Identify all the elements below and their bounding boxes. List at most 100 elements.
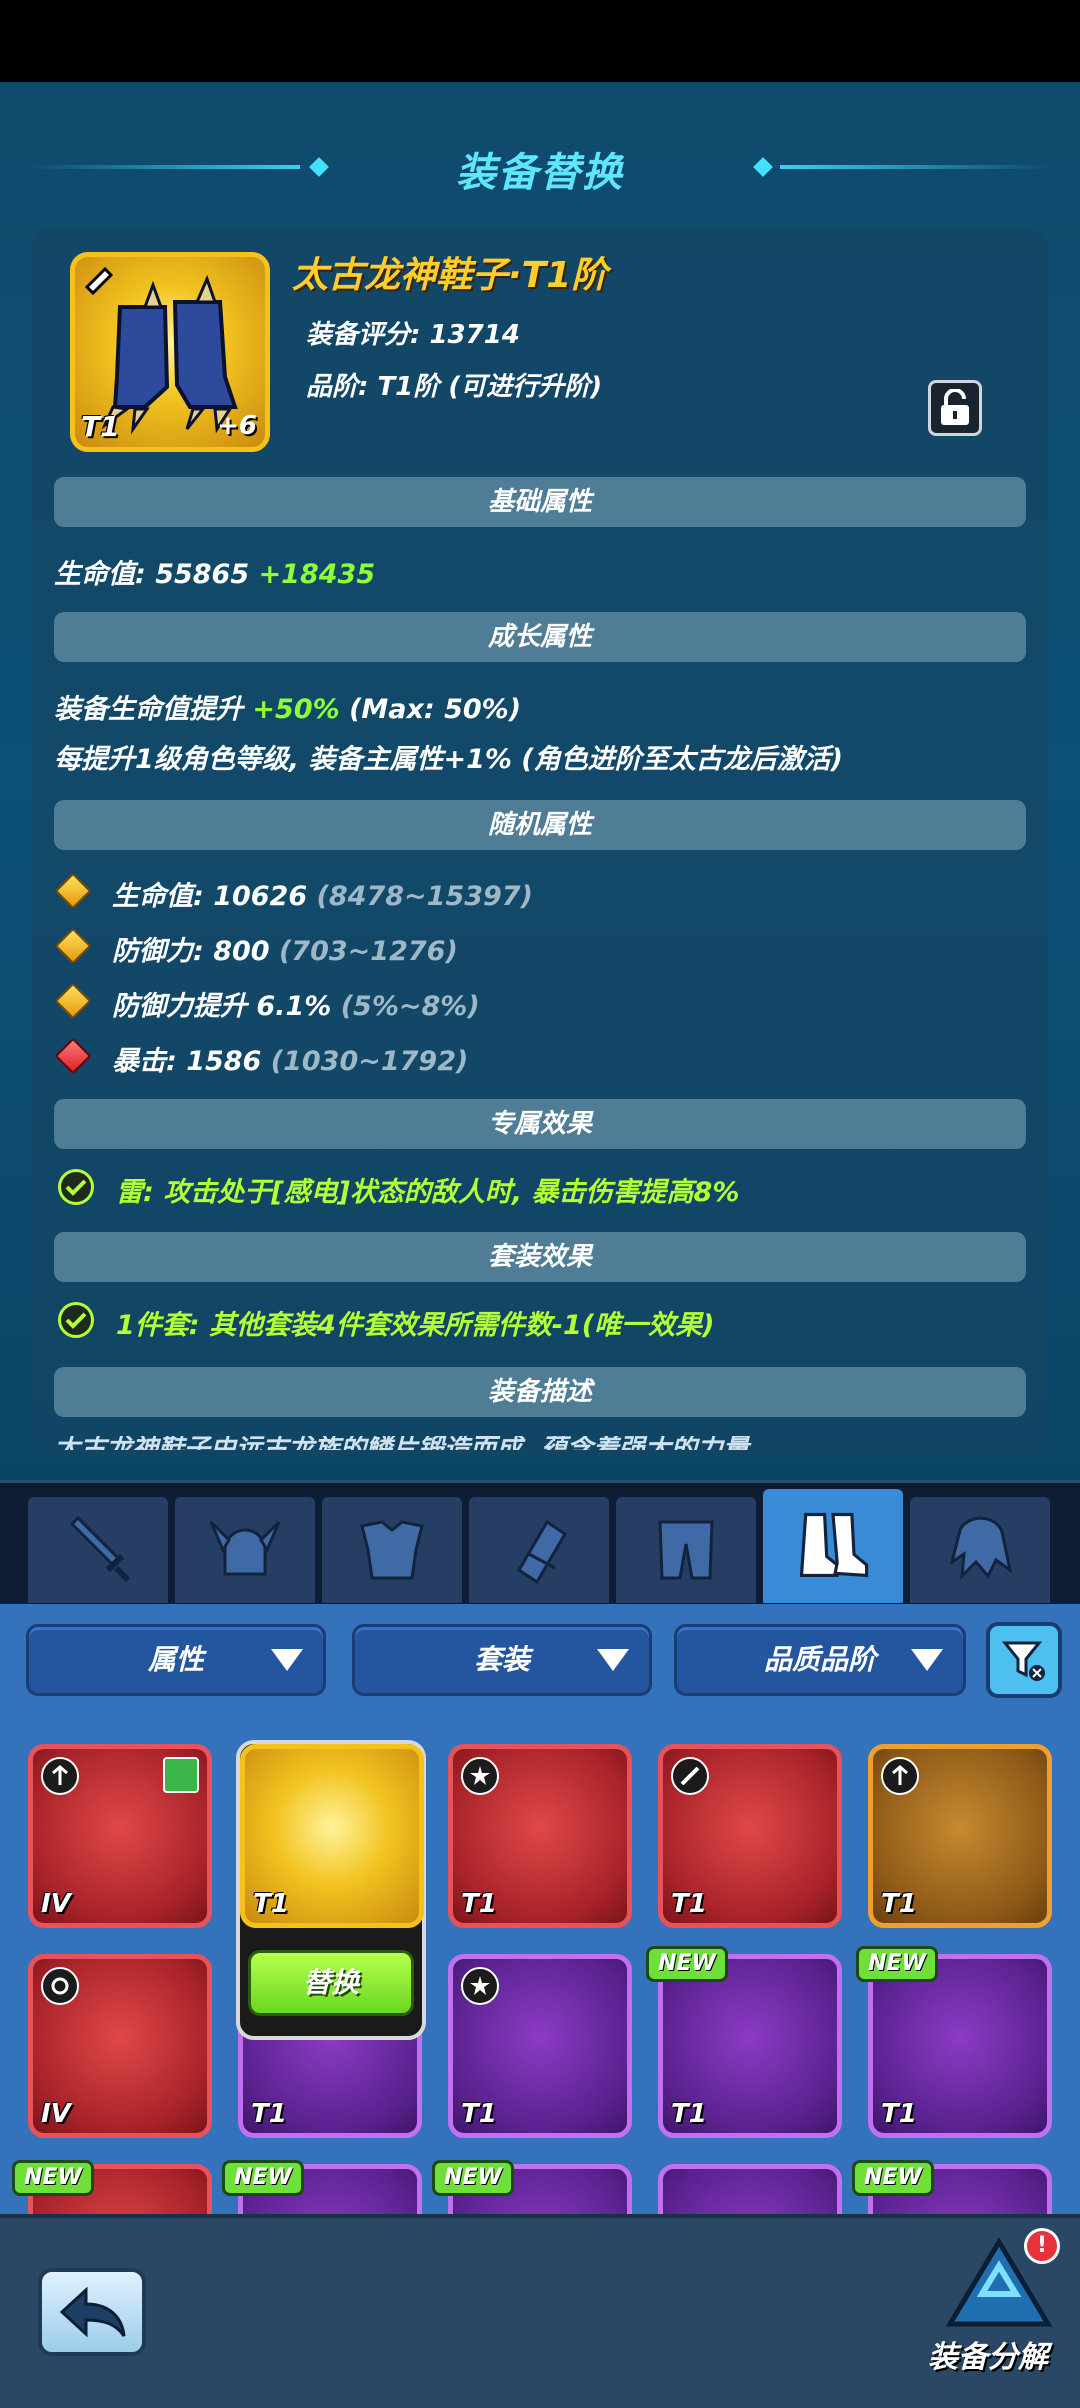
tab-bracer[interactable] xyxy=(469,1497,609,1603)
new-badge: NEW xyxy=(432,2160,514,2196)
chevron-down-icon xyxy=(911,1649,943,1671)
random-attr-range: (5%~8%) xyxy=(340,991,480,1022)
boots-icon xyxy=(799,1512,869,1578)
slot-tier: T1 xyxy=(461,1889,497,1919)
tab-cape[interactable] xyxy=(910,1497,1050,1603)
new-badge: NEW xyxy=(646,1946,728,1982)
slot-tier: T1 xyxy=(671,2099,707,2129)
slot-tier: IV xyxy=(41,2099,71,2129)
slot-tier: T1 xyxy=(251,2099,287,2129)
back-button[interactable] xyxy=(38,2268,146,2356)
random-attr-label: 生命值: 10626 xyxy=(112,881,308,912)
popup-item-icon: T1 xyxy=(240,1744,424,1928)
random-attr-1: 生命值: 10626 (8478~15397) xyxy=(112,874,533,913)
item-icon: T1 +6 xyxy=(70,252,270,452)
pants-icon xyxy=(658,1520,714,1580)
tab-boots[interactable] xyxy=(763,1489,903,1603)
check-icon xyxy=(58,1169,94,1205)
growth-value: +50% xyxy=(252,694,340,725)
description-text: 太古龙神鞋子由远古龙族的鳞片锻造而成, 蕴含着强大的力量 xyxy=(54,1436,1034,1450)
unlock-icon xyxy=(941,389,969,425)
burst-icon xyxy=(461,1967,499,2005)
inventory-slot[interactable] xyxy=(658,2164,842,2214)
slot-tier: T1 xyxy=(881,2099,917,2129)
section-set-effect: 套装效果 xyxy=(54,1232,1026,1282)
status-bar xyxy=(0,0,1080,82)
filter-clear-icon xyxy=(1001,1641,1045,1681)
tab-pants[interactable] xyxy=(616,1497,756,1603)
base-hp-label: 生命值: 55865 xyxy=(54,559,250,590)
inventory-slot[interactable]: IV xyxy=(28,1954,212,2138)
section-description: 装备描述 xyxy=(54,1367,1026,1417)
item-plus-level: +6 xyxy=(217,411,257,441)
random-attr-label: 暴击: 1586 xyxy=(112,1046,262,1077)
tab-weapon[interactable] xyxy=(28,1497,168,1603)
sword-icon xyxy=(69,1515,131,1583)
horned-helmet-icon xyxy=(209,1520,281,1576)
check-icon xyxy=(58,1302,94,1338)
exclusive-effect-text: 雷: 攻击处于[感电]状态的敌人时, 暴击伤害提高8% xyxy=(116,1177,740,1208)
quality-filter-dropdown[interactable]: 品质品阶 xyxy=(674,1624,966,1696)
slot-tier: T1 xyxy=(881,1889,917,1919)
equipment-slot-tabs xyxy=(0,1480,1080,1604)
random-attr-3: 防御力提升 6.1% (5%~8%) xyxy=(112,984,480,1023)
bottom-bar xyxy=(0,2214,1080,2408)
inventory-slot[interactable]: IV xyxy=(28,1744,212,1928)
section-exclusive-effect: 专属效果 xyxy=(54,1099,1026,1149)
random-attr-range: (8478~15397) xyxy=(316,881,533,912)
replace-button[interactable]: 替换 xyxy=(248,1950,414,2016)
attr-filter-dropdown[interactable]: 属性 xyxy=(26,1624,326,1696)
slot-tier: T1 xyxy=(253,1889,289,1919)
item-name: 太古龙神鞋子·T1阶 xyxy=(292,255,608,296)
inventory-slot[interactable]: T1 xyxy=(658,1744,842,1928)
random-attr-range: (1030~1792) xyxy=(270,1046,469,1077)
item-score: 装备评分: 13714 xyxy=(306,320,520,350)
base-hp: 生命值: 55865 +18435 xyxy=(54,552,375,591)
slot-tier: T1 xyxy=(461,2099,497,2129)
back-arrow-icon xyxy=(59,2286,126,2338)
new-badge: NEW xyxy=(852,2160,934,2196)
section-random-attr: 随机属性 xyxy=(54,800,1026,850)
sword-icon xyxy=(671,1757,709,1795)
attack-type-icon xyxy=(41,1757,79,1795)
inventory-slot[interactable]: T1 xyxy=(448,1954,632,2138)
item-tier-badge: T1 xyxy=(81,410,120,443)
attack-type-icon xyxy=(881,1757,919,1795)
tab-armor[interactable] xyxy=(322,1497,462,1603)
set-effect-text: 1件套: 其他套装4件套效果所需件数-1(唯一效果) xyxy=(116,1310,715,1341)
inventory-area: 属性 套装 品质品阶 IV T1 T1 T1 T1 IV xyxy=(0,1604,1080,2214)
inventory-slot[interactable]: T1 xyxy=(448,1744,632,1928)
cape-icon xyxy=(949,1516,1013,1580)
slot-tier: T1 xyxy=(671,1889,707,1919)
cycle-icon xyxy=(41,1967,79,2005)
section-base-attr: 基础属性 xyxy=(54,477,1026,527)
section-growth-attr: 成长属性 xyxy=(54,612,1026,662)
random-attr-2: 防御力: 800 (703~1276) xyxy=(112,929,458,968)
random-attr-4: 暴击: 1586 (1030~1792) xyxy=(112,1039,468,1078)
base-hp-bonus: +18435 xyxy=(258,559,376,590)
random-attr-range: (703~1276) xyxy=(278,936,458,967)
growth-line-2: 每提升1级角色等级, 装备主属性+1% (角色进阶至太古龙后激活) xyxy=(54,744,843,775)
set-filter-dropdown[interactable]: 套装 xyxy=(352,1624,652,1696)
growth-max: (Max: 50%) xyxy=(349,694,522,725)
item-tier: 品阶: T1阶 (可进行升阶) xyxy=(306,372,603,402)
new-badge: NEW xyxy=(222,2160,304,2196)
alert-badge: ! xyxy=(1024,2228,1060,2264)
decompose-label[interactable]: 装备分解 xyxy=(928,2332,1048,2376)
random-attr-label: 防御力提升 6.1% xyxy=(112,991,332,1022)
chest-armor-icon xyxy=(360,1520,424,1580)
growth-label: 装备生命值提升 xyxy=(54,694,243,725)
chevron-down-icon xyxy=(597,1649,629,1671)
growth-line-1: 装备生命值提升 +50% (Max: 50%) xyxy=(54,687,521,726)
slot-tier: IV xyxy=(41,1889,71,1919)
burst-icon xyxy=(461,1757,499,1795)
inventory-slot[interactable]: T1 xyxy=(868,1744,1052,1928)
new-badge: NEW xyxy=(856,1946,938,1982)
tab-helmet[interactable] xyxy=(175,1497,315,1603)
clear-filter-button[interactable] xyxy=(986,1622,1062,1698)
random-attr-label: 防御力: 800 xyxy=(112,936,270,967)
character-equipped-icon xyxy=(163,1757,199,1793)
lock-button[interactable] xyxy=(928,380,982,436)
new-badge: NEW xyxy=(12,2160,94,2196)
page-title: 装备替换 xyxy=(456,150,624,196)
